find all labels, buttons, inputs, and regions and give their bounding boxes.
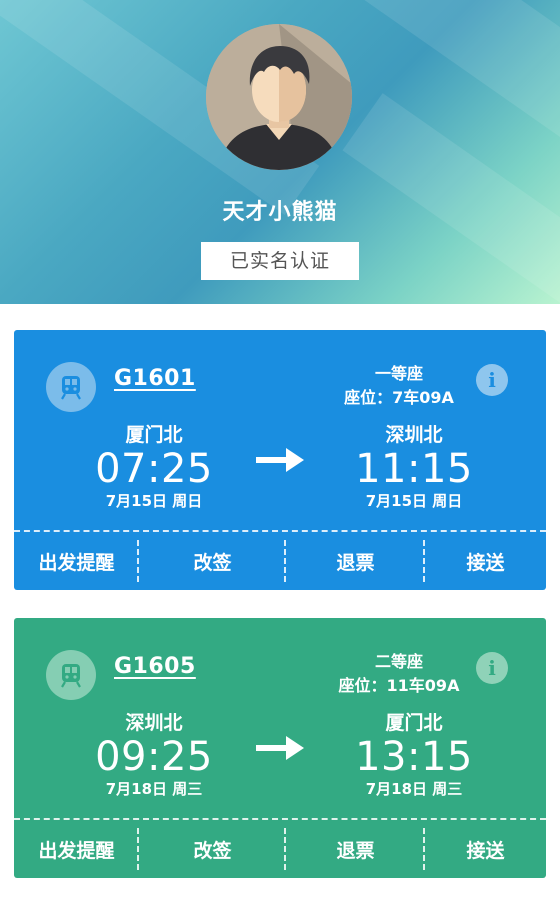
train-icon [46, 362, 96, 412]
arrival-date: 7月18日 周三 [365, 780, 463, 798]
arrow-right-icon [256, 448, 304, 472]
departure-time: 09:25 [95, 734, 213, 780]
verify-badge[interactable]: 已实名认证 [201, 242, 359, 280]
avatar[interactable] [206, 24, 352, 170]
seat-class: 二等座 [374, 652, 423, 671]
pickup-button[interactable]: 接送 [425, 532, 546, 590]
change-ticket-button[interactable]: 改签 [139, 532, 286, 590]
arrival-station: 深圳北 [385, 424, 443, 446]
ticket-card[interactable]: G1605 二等座 座位：11车09A i 深圳北 09:25 7月18日 周三… [14, 618, 546, 878]
train-number[interactable]: G1601 [114, 366, 196, 391]
arrow-right-icon [256, 736, 304, 760]
user-avatar-icon [206, 24, 352, 170]
ticket-actions: 出发提醒 改签 退票 接送 [14, 532, 546, 590]
profile-header: 天才小熊猫 已实名认证 [0, 0, 560, 304]
train-icon [46, 650, 96, 700]
departure-date: 7月15日 周日 [105, 492, 203, 510]
info-icon[interactable]: i [476, 364, 508, 396]
pickup-button[interactable]: 接送 [425, 820, 546, 878]
refund-button[interactable]: 退票 [286, 532, 425, 590]
info-icon[interactable]: i [476, 652, 508, 684]
username: 天才小熊猫 [222, 200, 338, 225]
refund-button[interactable]: 退票 [286, 820, 425, 878]
ticket-card[interactable]: G1601 一等座 座位：7车09A i 厦门北 07:25 7月15日 周日 … [14, 330, 546, 590]
arrival-time: 13:15 [355, 734, 473, 780]
ticket-actions: 出发提醒 改签 退票 接送 [14, 820, 546, 878]
arrival-station: 厦门北 [385, 712, 443, 734]
arrival-time: 11:15 [355, 446, 473, 492]
change-ticket-button[interactable]: 改签 [139, 820, 286, 878]
remind-button[interactable]: 出发提醒 [14, 532, 139, 590]
seat-number: 座位：11车09A [338, 676, 460, 695]
departure-station: 深圳北 [125, 712, 183, 734]
train-number[interactable]: G1605 [114, 654, 196, 679]
departure-time: 07:25 [95, 446, 213, 492]
remind-button[interactable]: 出发提醒 [14, 820, 139, 878]
departure-station: 厦门北 [125, 424, 183, 446]
seat-number: 座位：7车09A [344, 388, 454, 407]
arrival-date: 7月15日 周日 [365, 492, 463, 510]
seat-class: 一等座 [374, 364, 423, 383]
departure-date: 7月18日 周三 [105, 780, 203, 798]
